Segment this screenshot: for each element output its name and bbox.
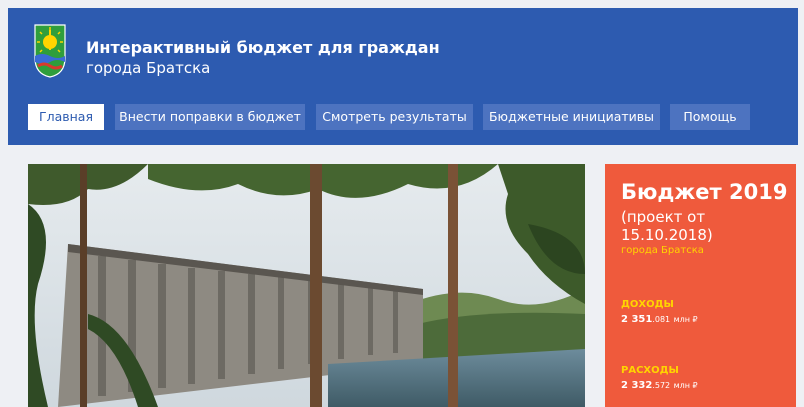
budget-title: Бюджет 2019 — [621, 180, 788, 204]
expense-label: РАСХОДЫ — [621, 365, 679, 376]
expense-unit: млн ₽ — [673, 381, 698, 390]
budget-draft-date: (проект от 15.10.2018) — [621, 208, 713, 244]
dam-landscape-image — [28, 164, 585, 407]
nav-item-results[interactable]: Смотреть результаты — [316, 104, 473, 130]
nav-item-home[interactable]: Главная — [28, 104, 104, 130]
nav-item-initiatives[interactable]: Бюджетные инициативы — [483, 104, 660, 130]
nav-item-help[interactable]: Помощь — [670, 104, 750, 130]
income-value-decimals: .081 — [652, 315, 671, 324]
expense-value: 2 332.572 млн ₽ — [621, 380, 698, 391]
nav-item-amend-budget[interactable]: Внести поправки в бюджет — [115, 104, 305, 130]
budget-city: города Братска — [621, 245, 704, 256]
expense-value-main: 2 332 — [621, 380, 653, 391]
budget-summary-card[interactable]: Бюджет 2019 (проект от 15.10.2018) город… — [605, 164, 796, 407]
income-value-main: 2 351 — [621, 314, 653, 325]
city-coat-of-arms-logo[interactable] — [34, 24, 66, 78]
site-header: Интерактивный бюджет для граждан города … — [8, 8, 798, 145]
hero-image — [28, 164, 585, 407]
income-unit: млн ₽ — [673, 315, 698, 324]
site-title: Интерактивный бюджет для граждан — [86, 38, 440, 57]
site-subtitle: города Братска — [86, 59, 211, 77]
income-value: 2 351.081 млн ₽ — [621, 314, 698, 325]
expense-value-decimals: .572 — [652, 381, 671, 390]
income-label: ДОХОДЫ — [621, 299, 674, 310]
